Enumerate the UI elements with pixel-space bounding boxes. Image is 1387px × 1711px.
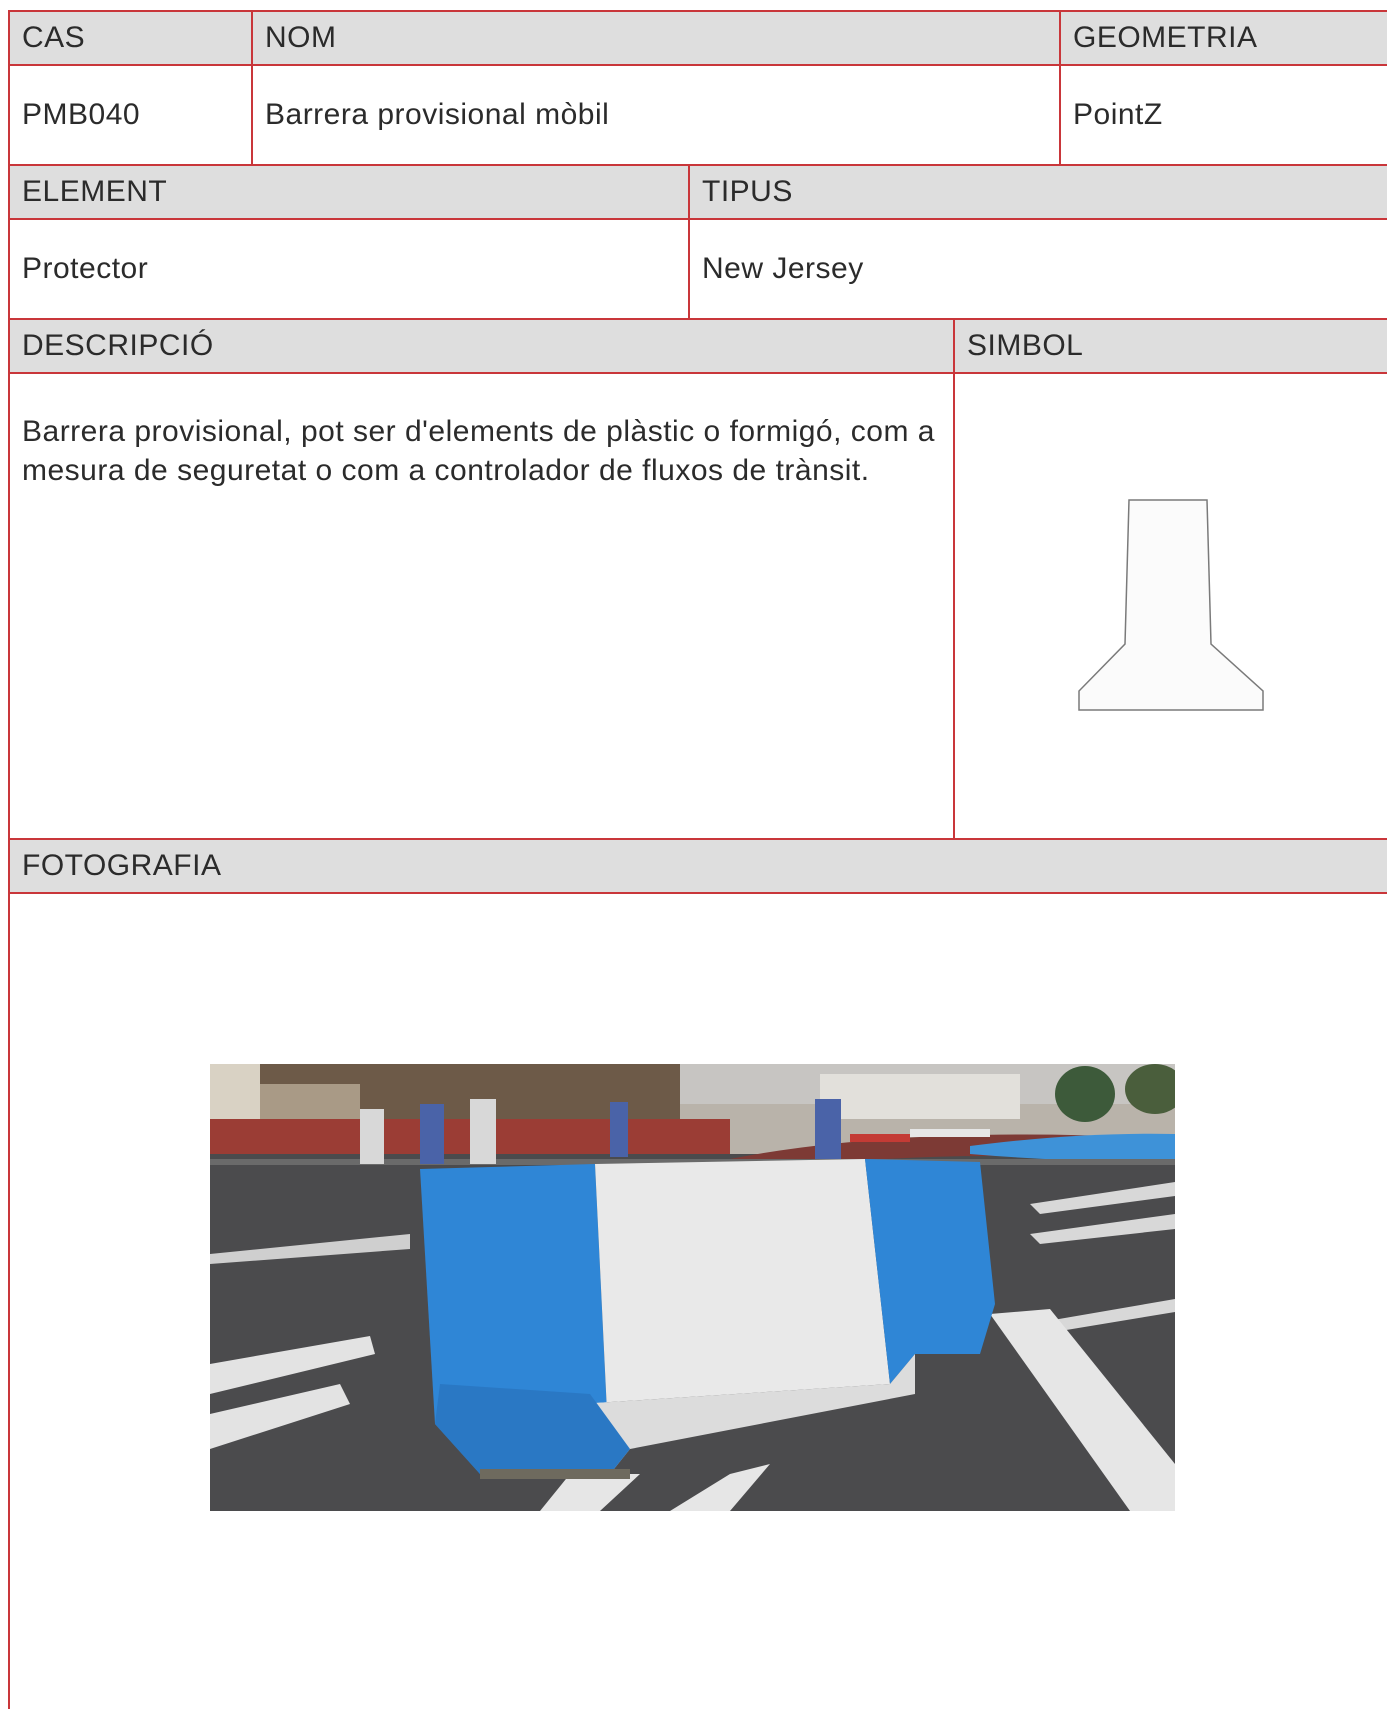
descripcio-value: Barrera provisional, pot ser d'elements … (22, 415, 935, 487)
simbol-cell (955, 374, 1387, 840)
nom-label: NOM (265, 21, 337, 54)
element-label: ELEMENT (22, 175, 168, 208)
tipus-header: TIPUS (690, 166, 1387, 220)
cas-value: PMB040 (22, 98, 141, 131)
cas-label: CAS (22, 21, 86, 54)
tipus-label: TIPUS (702, 175, 793, 208)
barrier-photo (210, 1064, 1175, 1511)
fotografia-label: FOTOGRAFIA (22, 849, 222, 882)
element-header: ELEMENT (10, 166, 690, 220)
element-value: Protector (22, 252, 149, 285)
geometria-value: PointZ (1073, 98, 1163, 131)
fotografia-header: FOTOGRAFIA (10, 840, 1387, 894)
element-cell: Protector (10, 220, 690, 320)
geometria-header: GEOMETRIA (1061, 12, 1387, 66)
simbol-label: SIMBOL (967, 329, 1084, 362)
geometria-label: GEOMETRIA (1073, 21, 1258, 54)
descripcio-cell: Barrera provisional, pot ser d'elements … (10, 374, 955, 840)
new-jersey-barrier-symbol-icon (1078, 499, 1264, 711)
nom-cell: Barrera provisional mòbil (253, 66, 1061, 166)
cas-cell: PMB040 (10, 66, 253, 166)
simbol-header: SIMBOL (955, 320, 1387, 374)
descripcio-label: DESCRIPCIÓ (22, 329, 214, 362)
geometria-cell: PointZ (1061, 66, 1387, 166)
nom-header: NOM (253, 12, 1061, 66)
nom-value: Barrera provisional mòbil (265, 98, 610, 131)
descripcio-header: DESCRIPCIÓ (10, 320, 955, 374)
tipus-cell: New Jersey (690, 220, 1387, 320)
cas-header: CAS (10, 12, 253, 66)
tipus-value: New Jersey (702, 252, 864, 285)
